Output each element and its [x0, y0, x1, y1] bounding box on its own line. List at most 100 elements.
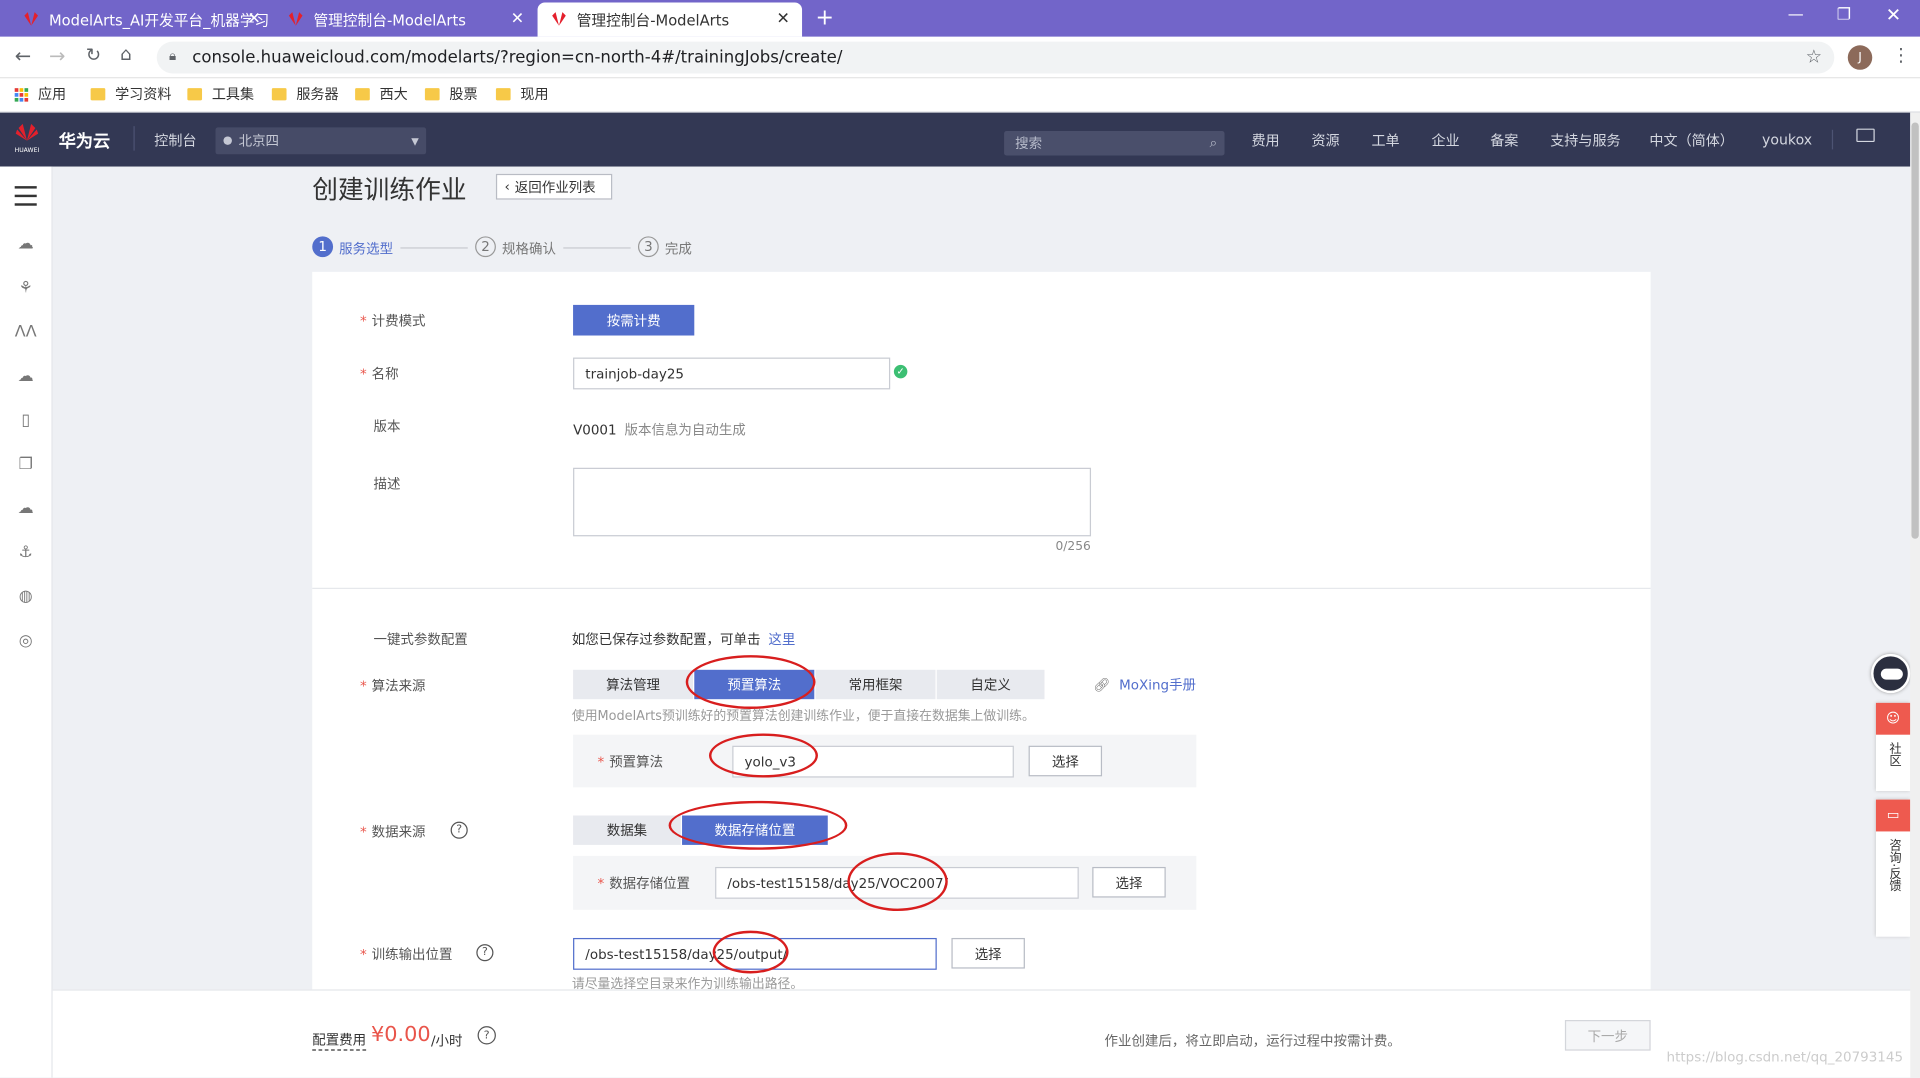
close-window-icon[interactable]: ✕ [1886, 4, 1901, 26]
help-icon[interactable]: ? [476, 944, 494, 962]
select-algorithm-button[interactable]: 选择 [1028, 745, 1103, 777]
help-icon[interactable]: ? [450, 821, 468, 839]
description-label: 描述 [373, 476, 401, 493]
feedback-widget[interactable]: ▭ 咨询·反馈 [1875, 799, 1911, 937]
cost-label[interactable]: 配置费用 [312, 1030, 367, 1051]
home-icon[interactable]: ⌂ [120, 43, 132, 65]
minimize-icon[interactable]: — [1788, 6, 1804, 24]
browser-tab[interactable]: 管理控制台-ModelArts ✕ [274, 2, 536, 36]
avatar[interactable]: J [1847, 45, 1873, 70]
huawei-logo[interactable]: HUAWEI [11, 122, 43, 154]
robot-assistant-icon[interactable] [1871, 653, 1911, 694]
tab-common-framework[interactable]: 常用框架 [815, 669, 936, 700]
bookmark-folder[interactable]: 西大 [355, 84, 408, 104]
reload-icon[interactable]: ↻ [86, 44, 101, 66]
check-icon: ✓ [893, 364, 908, 379]
billing-on-demand-button[interactable]: 按需计费 [573, 304, 695, 336]
forward-icon[interactable]: → [49, 44, 65, 67]
step-number: 2 [481, 238, 490, 255]
globe-icon[interactable]: ◍ [15, 588, 37, 608]
url-input[interactable]: 🔒︎ console.huaweicloud.com/modelarts/?re… [156, 41, 1835, 74]
side-nav: ☁ ⚘ ᐱᐱ ☁ ▯ ❐ ☁ ⚓︎ ◍ ◎ [0, 166, 53, 1078]
cluster-icon[interactable]: ⚘ [15, 279, 37, 299]
quick-config-label: 一键式参数配置 [373, 631, 468, 648]
close-tab-icon[interactable]: ✕ [776, 10, 789, 28]
ip-icon[interactable]: ◎ [15, 632, 37, 652]
nav-filing[interactable]: 备案 [1490, 131, 1518, 151]
storage-icon[interactable]: ☁ [15, 367, 37, 387]
bookmark-label: 应用 [37, 85, 67, 103]
nav-tickets[interactable]: 工单 [1371, 131, 1399, 151]
url-text: console.huaweicloud.com/modelarts/?regio… [192, 47, 843, 68]
bookmark-folder[interactable]: 服务器 [271, 84, 339, 104]
community-widget[interactable]: ☺ 社区 [1875, 702, 1911, 792]
back-icon[interactable]: ← [15, 44, 31, 67]
new-tab-icon[interactable]: + [816, 5, 834, 31]
step-3-circle: 3 [637, 236, 659, 258]
search-input[interactable]: 搜索 ⌕ [1004, 131, 1225, 156]
feedback-label: 咨询·反馈 [1886, 838, 1900, 892]
console-link[interactable]: 控制台 [154, 131, 196, 151]
chevron-down-icon: ▼ [411, 135, 419, 147]
nav-username[interactable]: youkox [1762, 131, 1812, 148]
browser-tab[interactable]: ModelArts_AI开发平台_机器学习 ✕ [10, 2, 273, 36]
tab-dataset[interactable]: 数据集 [573, 815, 681, 845]
bookmark-label: 西大 [379, 85, 408, 103]
cost-value: ¥0.00 [371, 1022, 431, 1047]
nav-language[interactable]: 中文（简体） [1649, 131, 1733, 151]
menu-icon[interactable]: ⋮ [1892, 44, 1910, 66]
document-icon[interactable]: ▯ [15, 411, 37, 431]
quick-config-link[interactable]: 这里 [768, 632, 795, 648]
select-output-button[interactable]: 选择 [951, 937, 1025, 969]
description-textarea[interactable] [573, 467, 1092, 537]
back-to-list-button[interactable]: ‹ 返回作业列表 [495, 173, 613, 200]
nav-fees[interactable]: 费用 [1251, 131, 1279, 151]
browser-tab-active[interactable]: 管理控制台-ModelArts ✕ [537, 2, 803, 37]
bookmark-folder[interactable]: 工具集 [187, 84, 254, 104]
folder-icon [271, 88, 287, 101]
folder-icon [187, 88, 203, 101]
close-tab-icon[interactable]: ✕ [511, 10, 524, 28]
annotation-oval [668, 800, 848, 850]
anchor-icon[interactable]: ⚓︎ [15, 544, 37, 564]
moxing-manual-link[interactable]: 🔗︎ MoXing手册 [1093, 675, 1196, 695]
restore-icon[interactable]: ❐ [1837, 6, 1851, 24]
next-step-button[interactable]: 下一步 [1564, 1020, 1651, 1051]
close-tab-icon[interactable]: ✕ [247, 10, 260, 28]
tab-algorithm-management[interactable]: 算法管理 [573, 669, 694, 700]
select-storage-button[interactable]: 选择 [1092, 866, 1166, 898]
location-pin-icon: ● [222, 134, 233, 147]
star-icon[interactable]: ☆ [1806, 45, 1822, 67]
scrollbar-thumb[interactable] [1911, 122, 1919, 539]
help-icon[interactable]: ? [477, 1026, 496, 1045]
community-label: 社区 [1886, 742, 1900, 767]
bookmark-folder[interactable]: 学习资料 [90, 84, 171, 104]
network-icon[interactable]: ᐱᐱ [15, 323, 37, 343]
cloud-server-icon[interactable]: ☁ [15, 235, 37, 255]
data-storage-label-text: 数据存储位置 [609, 875, 691, 892]
bookmark-folder[interactable]: 现用 [495, 84, 549, 104]
nav-support[interactable]: 支持与服务 [1550, 131, 1620, 151]
nav-resources[interactable]: 资源 [1311, 131, 1339, 151]
bookmark-apps[interactable]: 应用 [14, 84, 67, 104]
copy-icon[interactable]: ❐ [15, 456, 37, 476]
divider [133, 126, 135, 151]
tab-custom[interactable]: 自定义 [936, 669, 1045, 700]
name-value: trainjob-day25 [585, 365, 684, 382]
huawei-logo-icon [22, 12, 41, 26]
region-select[interactable]: ● 北京四 ▼ [215, 127, 427, 155]
avatar-initial: J [1858, 50, 1862, 65]
preset-algorithm-label-text: 预置算法 [609, 754, 664, 771]
step-number: 1 [318, 238, 327, 255]
mail-icon[interactable] [1856, 128, 1875, 143]
page-scrollbar[interactable] [1910, 112, 1920, 1078]
hamburger-icon[interactable] [14, 186, 37, 206]
name-input[interactable]: trainjob-day25 [573, 357, 891, 390]
billing-label: * 计费模式 [360, 313, 426, 330]
bookmark-folder[interactable]: 股票 [424, 84, 478, 104]
nav-enterprise[interactable]: 企业 [1431, 131, 1459, 151]
output-location-label: * 训练输出位置 [360, 946, 453, 963]
cloud-icon[interactable]: ☁ [15, 500, 37, 520]
folder-icon [90, 88, 106, 101]
cost-unit: /小时 [431, 1033, 463, 1050]
